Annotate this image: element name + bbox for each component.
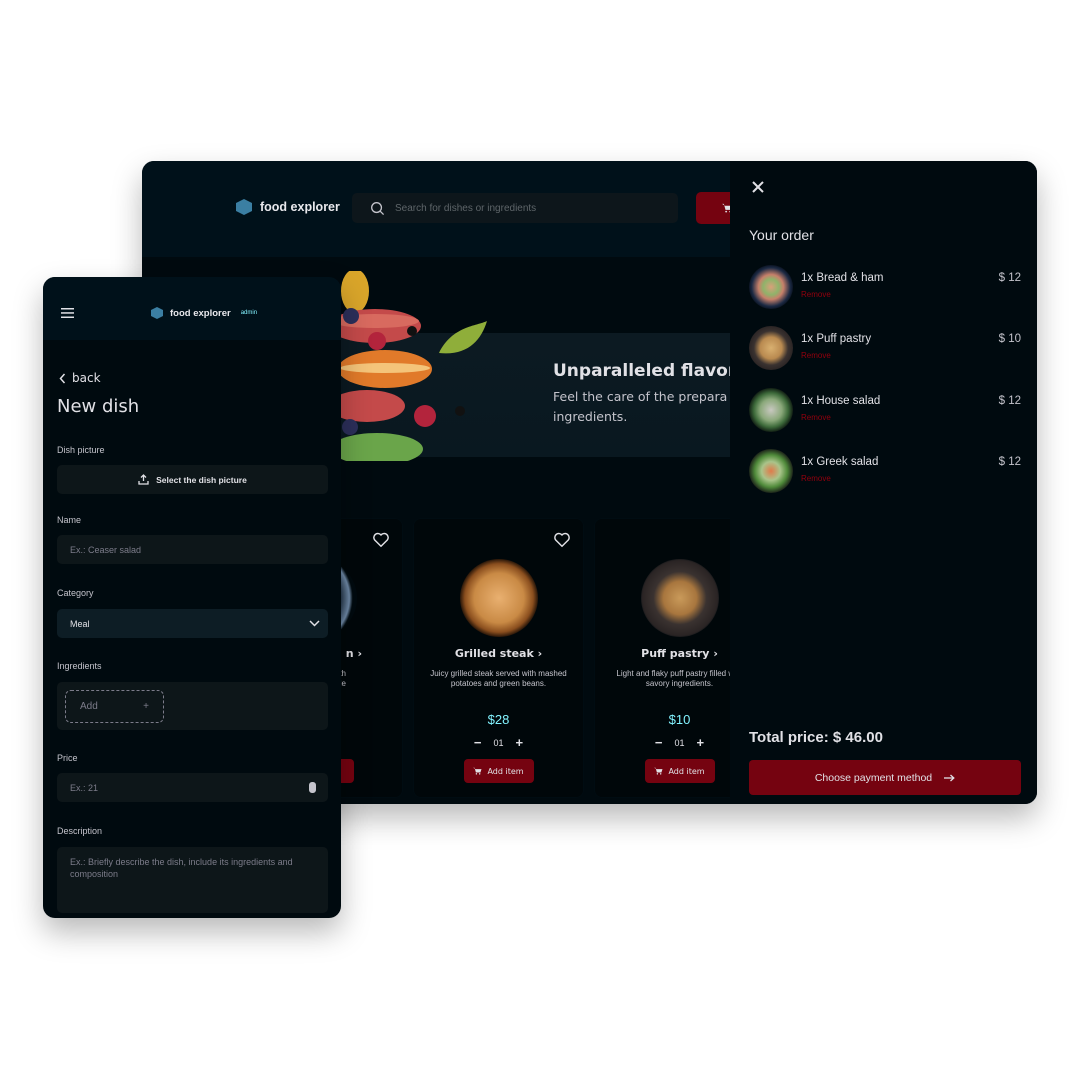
description-label: Description	[57, 826, 103, 836]
remove-link[interactable]: Remove	[801, 351, 831, 360]
dish-thumbnail	[749, 449, 793, 493]
category-select[interactable]: Meal	[57, 609, 328, 638]
add-ingredient-tag[interactable]: Add +	[65, 689, 164, 723]
banner-subtitle: Feel the care of the prepara ingredients…	[553, 389, 728, 424]
order-item: 1x Bread & ham Remove $ 12	[749, 265, 1021, 311]
dish-name[interactable]: Grilled steak ›	[414, 647, 583, 660]
dish-description: Light and flaky puff pastry filled with …	[616, 669, 743, 688]
menu-icon[interactable]	[61, 308, 74, 318]
description-textarea[interactable]	[70, 856, 316, 904]
add-item-button[interactable]: Add item	[644, 759, 715, 783]
brand-name: food explorer	[260, 200, 340, 214]
minus-button[interactable]: −	[474, 735, 482, 750]
dish-card: Grilled steak › Juicy grilled steak serv…	[413, 518, 584, 798]
name-field	[57, 535, 328, 564]
dish-picture-label: Dish picture	[57, 445, 105, 455]
ingredients-label: Ingredients	[57, 661, 102, 671]
ingredients-field: Add +	[57, 682, 328, 730]
dish-image[interactable]	[640, 559, 719, 637]
add-item-button[interactable]: Add item	[463, 759, 534, 783]
hexagon-logo-icon	[236, 199, 252, 215]
order-item-price: $ 12	[998, 456, 1021, 468]
plus-button[interactable]: +	[697, 735, 705, 750]
order-item: 1x Puff pastry Remove $ 10	[749, 326, 1021, 372]
banner-text: Unparalleled flavors Feel the care of th…	[553, 361, 746, 427]
order-item-price: $ 12	[998, 395, 1021, 407]
quantity-stepper: − 01 +	[414, 735, 583, 750]
minus-button[interactable]: −	[655, 735, 663, 750]
upload-icon	[138, 474, 149, 485]
mobile-admin-window: food explorer admin back New dish Dish p…	[43, 277, 341, 918]
back-link[interactable]: back	[59, 371, 101, 385]
number-spinner-icon[interactable]	[309, 782, 316, 793]
banner-title: Unparalleled flavors	[553, 361, 747, 381]
macarons-illustration	[329, 271, 487, 461]
chevron-left-icon	[59, 373, 66, 383]
chevron-down-icon	[309, 620, 320, 627]
total-price: Total price: $ 46.00	[749, 729, 883, 746]
category-label: Category	[57, 588, 94, 598]
price-input[interactable]	[70, 782, 310, 793]
dish-thumbnail	[749, 265, 793, 309]
plus-button[interactable]: +	[516, 735, 524, 750]
category-value: Meal	[70, 618, 90, 629]
order-item-price: $ 10	[998, 333, 1021, 345]
remove-link[interactable]: Remove	[801, 474, 831, 483]
brand-logo[interactable]: food explorer admin	[151, 307, 257, 319]
arrow-right-icon	[944, 774, 955, 781]
dish-thumbnail	[749, 326, 793, 370]
admin-badge: admin	[240, 310, 258, 316]
choose-payment-button[interactable]: Choose payment method	[749, 760, 1021, 795]
brand-logo[interactable]: food explorer	[236, 199, 340, 215]
cart-icon	[473, 767, 482, 775]
order-item-name: 1x Bread & ham	[801, 272, 884, 284]
plus-icon: +	[143, 700, 149, 712]
name-label: Name	[57, 515, 82, 525]
quantity-value: 01	[493, 737, 504, 748]
cart-icon	[654, 767, 663, 775]
dish-thumbnail	[749, 388, 793, 432]
remove-link[interactable]: Remove	[801, 413, 831, 422]
hexagon-logo-icon	[151, 307, 163, 319]
order-item-price: $ 12	[998, 272, 1021, 284]
remove-link[interactable]: Remove	[801, 290, 831, 299]
search-icon	[371, 201, 385, 215]
heart-icon[interactable]	[372, 531, 390, 549]
dish-price: $28	[487, 712, 510, 727]
heart-icon[interactable]	[553, 531, 571, 549]
dish-picture-upload[interactable]: Select the dish picture	[57, 465, 328, 494]
brand-name: food explorer	[170, 307, 231, 319]
order-title: Your order	[749, 227, 814, 243]
close-icon[interactable]	[750, 179, 766, 195]
order-panel: Your order 1x Bread & ham Remove $ 12 1x…	[730, 161, 1037, 804]
order-item: 1x Greek salad Remove $ 12	[749, 449, 1021, 495]
price-label: Price	[57, 753, 78, 763]
order-item-name: 1x Greek salad	[801, 456, 879, 468]
description-field	[57, 847, 328, 913]
order-item-name: 1x Puff pastry	[801, 333, 872, 345]
mobile-header: food explorer admin	[43, 277, 341, 340]
price-field	[57, 773, 328, 802]
search-bar[interactable]	[352, 193, 678, 223]
name-input[interactable]	[70, 544, 328, 555]
page-title: New dish	[57, 396, 140, 417]
dish-image[interactable]	[459, 559, 538, 637]
dish-description: Juicy grilled steak served with mashed p…	[430, 669, 567, 688]
order-item: 1x House salad Remove $ 12	[749, 388, 1021, 434]
quantity-value: 01	[674, 737, 685, 748]
search-input[interactable]	[395, 202, 655, 214]
order-item-name: 1x House salad	[801, 395, 881, 407]
